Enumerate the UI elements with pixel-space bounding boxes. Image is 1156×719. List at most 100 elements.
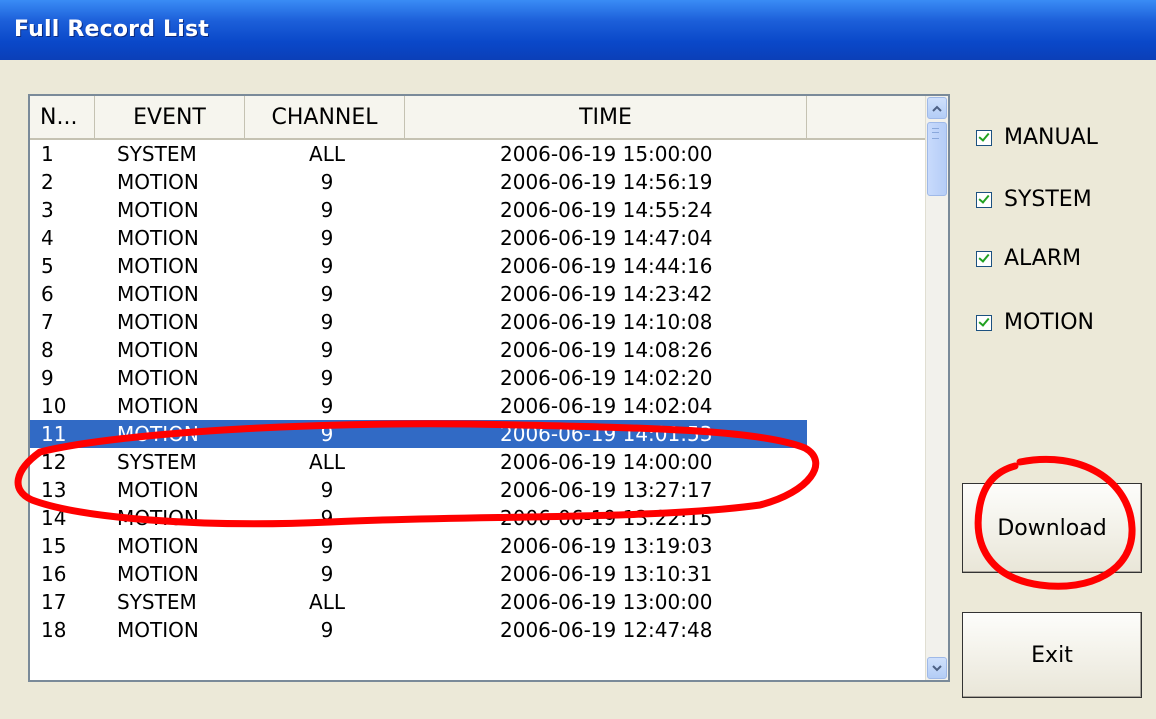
table-row[interactable]: 6 MOTION 9 2006-06-19 14:23:42 <box>30 280 930 308</box>
row-time: 2006-06-19 14:10:08 <box>500 310 713 334</box>
checkmark-icon <box>976 250 992 267</box>
row-time: 2006-06-19 13:27:17 <box>500 478 713 502</box>
row-time: 2006-06-19 14:08:26 <box>500 338 713 362</box>
filter-motion-checkbox[interactable]: MOTION <box>976 310 1094 335</box>
row-number: 16 <box>41 562 67 586</box>
table-row[interactable]: 8 MOTION 9 2006-06-19 14:08:26 <box>30 336 930 364</box>
checkmark-icon <box>976 314 992 331</box>
row-channel: 9 <box>320 338 334 362</box>
row-number: 8 <box>41 338 54 362</box>
row-time: 2006-06-19 14:55:24 <box>500 198 713 222</box>
row-event: SYSTEM <box>117 450 197 474</box>
exit-button[interactable]: Exit <box>962 612 1142 698</box>
table-row[interactable]: 14 MOTION 9 2006-06-19 13:22:15 <box>30 504 930 532</box>
table-row[interactable]: 15 MOTION 9 2006-06-19 13:19:03 <box>30 532 930 560</box>
vertical-scrollbar[interactable] <box>925 96 948 680</box>
list-rows: 1 SYSTEM ALL 2006-06-19 15:00:00 2 MOTION 9 200… <box>30 140 930 644</box>
row-number: 7 <box>41 310 54 334</box>
row-number: 14 <box>41 506 67 530</box>
row-channel: 9 <box>320 394 334 418</box>
filter-alarm-checkbox[interactable]: ALARM <box>976 246 1081 271</box>
row-event: MOTION <box>117 506 199 530</box>
scroll-down-arrow-icon <box>932 664 942 671</box>
column-header-event[interactable]: EVENT <box>95 96 245 140</box>
list-header: N... EVENT CHANNEL TIME <box>30 96 930 140</box>
row-time: 2006-06-19 14:02:04 <box>500 394 713 418</box>
table-row[interactable]: 4 MOTION 9 2006-06-19 14:47:04 <box>30 224 930 252</box>
table-row[interactable]: 3 MOTION 9 2006-06-19 14:55:24 <box>30 196 930 224</box>
row-number: 12 <box>41 450 67 474</box>
row-number: 13 <box>41 478 67 502</box>
row-time: 2006-06-19 14:44:16 <box>500 254 713 278</box>
table-row[interactable]: 12 SYSTEM ALL 2006-06-19 14:00:00 <box>30 448 930 476</box>
row-channel: 9 <box>320 506 334 530</box>
table-row[interactable]: 16 MOTION 9 2006-06-19 13:10:31 <box>30 560 930 588</box>
record-list[interactable]: N... EVENT CHANNEL TIME 1 SYSTEM ALL 2006-0… <box>28 94 950 682</box>
window-bottom-edge <box>0 708 1156 719</box>
row-channel: 9 <box>320 422 334 446</box>
row-event: MOTION <box>117 534 199 558</box>
row-number: 9 <box>41 366 54 390</box>
table-row[interactable]: 7 MOTION 9 2006-06-19 14:10:08 <box>30 308 930 336</box>
filter-manual-label: MANUAL <box>1004 125 1098 150</box>
row-number: 2 <box>41 170 54 194</box>
column-header-number[interactable]: N... <box>30 96 95 140</box>
checkmark-icon <box>976 129 992 146</box>
table-row[interactable]: 5 MOTION 9 2006-06-19 14:44:16 <box>30 252 930 280</box>
row-channel: ALL <box>309 590 345 614</box>
table-row[interactable]: 10 MOTION 9 2006-06-19 14:02:04 <box>30 392 930 420</box>
row-event: MOTION <box>117 338 199 362</box>
row-time: 2006-06-19 14:01:53 <box>500 422 713 446</box>
scroll-up-button[interactable] <box>927 97 947 119</box>
row-event: MOTION <box>117 618 199 642</box>
filter-system-checkbox[interactable]: SYSTEM <box>976 187 1092 212</box>
scroll-down-button[interactable] <box>927 657 947 679</box>
row-channel: 9 <box>320 618 334 642</box>
row-event: SYSTEM <box>117 142 197 166</box>
filter-alarm-label: ALARM <box>1004 246 1082 271</box>
table-row[interactable]: 1 SYSTEM ALL 2006-06-19 15:00:00 <box>30 140 930 168</box>
row-time: 2006-06-19 15:00:00 <box>500 142 713 166</box>
row-event: MOTION <box>117 478 199 502</box>
row-time: 2006-06-19 14:02:20 <box>500 366 713 390</box>
row-number: 6 <box>41 282 54 306</box>
row-event: MOTION <box>117 254 199 278</box>
row-time: 2006-06-19 13:10:31 <box>500 562 713 586</box>
row-number: 3 <box>41 198 54 222</box>
row-time: 2006-06-19 14:23:42 <box>500 282 713 306</box>
row-channel: 9 <box>320 478 334 502</box>
row-event: MOTION <box>117 366 199 390</box>
column-header-time[interactable]: TIME <box>405 96 807 140</box>
table-row[interactable]: 2 MOTION 9 2006-06-19 14:56:19 <box>30 168 930 196</box>
row-number: 17 <box>41 590 67 614</box>
row-channel: 9 <box>320 198 334 222</box>
row-channel: 9 <box>320 226 334 250</box>
row-number: 1 <box>41 142 54 166</box>
row-number: 5 <box>41 254 54 278</box>
row-time: 2006-06-19 12:47:48 <box>500 618 713 642</box>
table-row[interactable]: 17 SYSTEM ALL 2006-06-19 13:00:00 <box>30 588 930 616</box>
row-event: MOTION <box>117 226 199 250</box>
scroll-up-arrow-icon <box>932 105 942 112</box>
table-row[interactable]: 11 MOTION 9 2006-06-19 14:01:53 <box>30 420 807 448</box>
filter-manual-checkbox[interactable]: MANUAL <box>976 125 1098 150</box>
window-title: Full Record List <box>14 17 209 42</box>
column-header-channel[interactable]: CHANNEL <box>245 96 405 140</box>
table-row[interactable]: 18 MOTION 9 2006-06-19 12:47:48 <box>30 616 930 644</box>
download-button[interactable]: Download <box>962 483 1142 573</box>
row-number: 11 <box>41 422 67 446</box>
row-time: 2006-06-19 13:19:03 <box>500 534 713 558</box>
row-channel: 9 <box>320 562 334 586</box>
row-time: 2006-06-19 14:00:00 <box>500 450 713 474</box>
table-row[interactable]: 9 MOTION 9 2006-06-19 14:02:20 <box>30 364 930 392</box>
row-event: SYSTEM <box>117 590 197 614</box>
column-header-empty[interactable] <box>807 96 930 140</box>
table-row[interactable]: 13 MOTION 9 2006-06-19 13:27:17 <box>30 476 930 504</box>
title-bar: Full Record List <box>0 0 1156 60</box>
row-channel: 9 <box>320 534 334 558</box>
row-number: 4 <box>41 226 54 250</box>
row-event: MOTION <box>117 198 199 222</box>
row-event: MOTION <box>117 562 199 586</box>
row-channel: ALL <box>309 142 345 166</box>
filter-motion-label: MOTION <box>1004 310 1094 335</box>
